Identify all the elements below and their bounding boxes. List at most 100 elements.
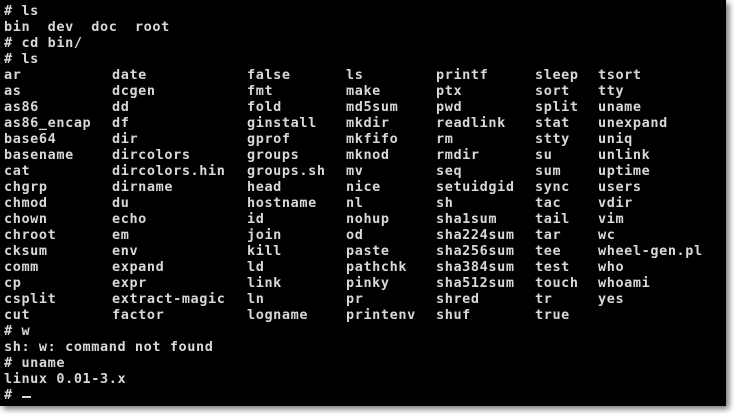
file-entry: groups bbox=[247, 147, 300, 163]
file-entry: paste bbox=[346, 243, 390, 259]
prompt-line[interactable]: # bbox=[4, 387, 722, 403]
file-entry: ginstall bbox=[247, 115, 317, 131]
file-entry: mkfifo bbox=[346, 131, 399, 147]
file-entry: vim bbox=[598, 211, 625, 227]
file-entry: tr bbox=[535, 291, 553, 307]
file-entry: setuidgid bbox=[436, 179, 515, 195]
file-entry: factor bbox=[112, 307, 165, 323]
file-entry: as86_encap bbox=[4, 115, 92, 131]
terminal-line: # w bbox=[4, 323, 31, 339]
file-entry: cat bbox=[4, 163, 31, 179]
terminal-line: linux 0.01-3.x bbox=[4, 371, 127, 387]
file-entry: wheel-gen.pl bbox=[598, 243, 703, 259]
file-entry: echo bbox=[112, 211, 147, 227]
file-entry: rmdir bbox=[436, 147, 480, 163]
file-entry: csplit bbox=[4, 291, 57, 307]
file-entry: gprof bbox=[247, 131, 291, 147]
file-entry: who bbox=[598, 259, 625, 275]
file-entry: unlink bbox=[598, 147, 651, 163]
file-entry: extract-magic bbox=[112, 291, 226, 307]
file-entry: sync bbox=[535, 179, 570, 195]
terminal-window[interactable]: # ls bin dev doc root # cd bin/# ls ar date f… bbox=[0, 0, 726, 406]
file-entry: tac bbox=[535, 195, 562, 211]
file-entry: printenv bbox=[346, 307, 416, 323]
file-entry: expr bbox=[112, 275, 147, 291]
file-entry: nl bbox=[346, 195, 364, 211]
file-entry: rm bbox=[436, 131, 454, 147]
file-entry: tail bbox=[535, 211, 570, 227]
file-entry: sha256sum bbox=[436, 243, 515, 259]
listing-row: chmod du hostname nl sh tac vdir bbox=[4, 195, 722, 211]
file-entry: comm bbox=[4, 259, 39, 275]
file-entry: nice bbox=[346, 179, 381, 195]
terminal-line: # cd bin/ bbox=[4, 35, 83, 51]
file-entry: sum bbox=[535, 163, 562, 179]
file-entry: sh bbox=[436, 195, 454, 211]
file-entry: base64 bbox=[4, 131, 57, 147]
listing-row: cat dircolors.hin groups.sh mv seq sum uptime bbox=[4, 163, 722, 179]
listing-row: basename dircolors groups mknod rmdir su unlin… bbox=[4, 147, 722, 163]
shell-prompt: # bbox=[4, 387, 13, 403]
file-entry: nohup bbox=[346, 211, 390, 227]
file-entry: ar bbox=[4, 67, 22, 83]
file-entry: dirname bbox=[112, 179, 174, 195]
file-entry: expand bbox=[112, 259, 165, 275]
file-entry: chmod bbox=[4, 195, 48, 211]
file-entry: logname bbox=[247, 307, 309, 323]
listing-row: chown echo id nohup sha1sum tail vim bbox=[4, 211, 722, 227]
terminal-screen[interactable]: # ls bin dev doc root # cd bin/# ls ar date f… bbox=[4, 3, 722, 403]
terminal-line: # ls bbox=[4, 51, 39, 67]
file-entry: uniq bbox=[598, 131, 633, 147]
file-entry: join bbox=[247, 227, 282, 243]
file-entry: as bbox=[4, 83, 22, 99]
file-entry: ld bbox=[247, 259, 265, 275]
file-entry: whoami bbox=[598, 275, 651, 291]
file-entry: sort bbox=[535, 83, 570, 99]
listing-row: cut factor logname printenv shuf true bbox=[4, 307, 722, 323]
file-entry: vdir bbox=[598, 195, 633, 211]
file-entry: ls bbox=[346, 67, 364, 83]
terminal-line: sh: w: command not found bbox=[4, 339, 214, 355]
file-entry: fold bbox=[247, 99, 282, 115]
file-entry: dircolors bbox=[112, 147, 191, 163]
file-entry: cksum bbox=[4, 243, 48, 259]
text-cursor bbox=[22, 396, 32, 398]
file-entry: chgrp bbox=[4, 179, 48, 195]
listing-row: comm expand ld pathchk sha384sum test who bbox=[4, 259, 722, 275]
file-entry: dircolors.hin bbox=[112, 163, 226, 179]
file-entry: dcgen bbox=[112, 83, 156, 99]
listing-row: as dcgen fmt make ptx sort tty bbox=[4, 83, 722, 99]
file-entry: id bbox=[247, 211, 265, 227]
file-entry: pinky bbox=[346, 275, 390, 291]
file-entry: head bbox=[247, 179, 282, 195]
file-entry: shuf bbox=[436, 307, 471, 323]
file-entry: split bbox=[535, 99, 579, 115]
listing-row: chgrp dirname head nice setuidgid sync users bbox=[4, 179, 722, 195]
file-entry: fmt bbox=[247, 83, 274, 99]
file-entry: dd bbox=[112, 99, 130, 115]
file-entry: true bbox=[535, 307, 570, 323]
file-entry: env bbox=[112, 243, 139, 259]
listing-row: as86_encap df ginstall mkdir readlink stat une… bbox=[4, 115, 722, 131]
file-entry: uptime bbox=[598, 163, 651, 179]
file-entry: sha224sum bbox=[436, 227, 515, 243]
file-entry: ln bbox=[247, 291, 265, 307]
file-entry: tee bbox=[535, 243, 562, 259]
file-entry: kill bbox=[247, 243, 282, 259]
terminal-line: # ls bbox=[4, 3, 39, 19]
terminal-line: # uname bbox=[4, 355, 66, 371]
file-entry: ptx bbox=[436, 83, 463, 99]
file-entry: cut bbox=[4, 307, 31, 323]
listing-row: base64 dir gprof mkfifo rm stty uniq bbox=[4, 131, 722, 147]
file-entry: tty bbox=[598, 83, 625, 99]
file-entry: tar bbox=[535, 227, 562, 243]
file-entry: md5sum bbox=[346, 99, 399, 115]
file-entry: readlink bbox=[436, 115, 506, 131]
file-entry: sha384sum bbox=[436, 259, 515, 275]
file-entry: od bbox=[346, 227, 364, 243]
file-entry: chroot bbox=[4, 227, 57, 243]
file-entry: test bbox=[535, 259, 570, 275]
file-entry: chown bbox=[4, 211, 48, 227]
terminal-line: bin dev doc root bbox=[4, 19, 170, 35]
file-entry: seq bbox=[436, 163, 463, 179]
